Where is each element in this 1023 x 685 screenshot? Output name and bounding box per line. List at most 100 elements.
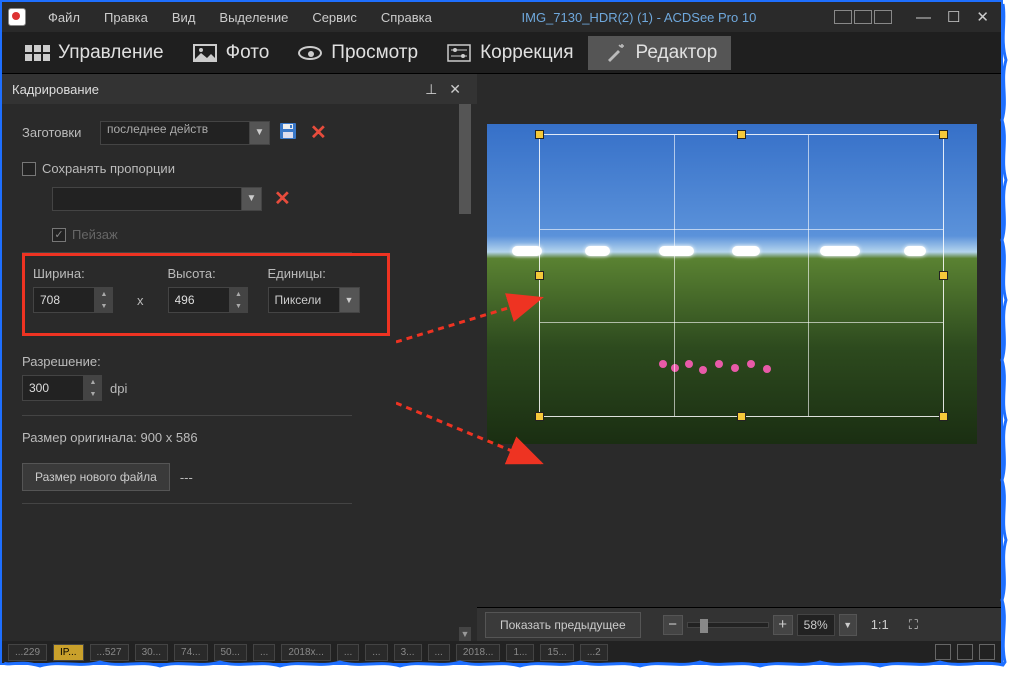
units-label: Единицы: <box>268 266 360 281</box>
status-tab[interactable]: ... <box>337 644 359 661</box>
height-field[interactable] <box>168 287 230 313</box>
crop-handle[interactable] <box>535 130 544 139</box>
units-select[interactable]: Пиксели ▼ <box>268 287 360 313</box>
delete-preset-icon[interactable]: ✕ <box>306 120 331 145</box>
tab-label: Коррекция <box>480 42 573 64</box>
minimize-button[interactable]: — <box>910 9 937 26</box>
grid-icon <box>24 44 50 62</box>
panel-close-icon[interactable]: ✕ <box>443 81 467 98</box>
ratio-select[interactable] <box>52 187 242 211</box>
resolution-label: Разрешение: <box>22 354 457 369</box>
height-label: Высота: <box>168 266 248 281</box>
tab-develop[interactable]: Коррекция <box>432 36 587 70</box>
preview-area: Показать предыдущее − + 58% ▼ 1:1 ⛶ <box>477 74 1001 641</box>
height-input[interactable]: ▲▼ <box>168 287 248 313</box>
panel-title: Кадрирование <box>12 82 99 97</box>
status-tab[interactable]: ... <box>365 644 387 661</box>
original-size-label: Размер оригинала: 900 х 586 <box>22 430 457 445</box>
menu-help[interactable]: Справка <box>369 10 444 25</box>
resolution-field[interactable] <box>22 375 84 401</box>
mode-tabs: Управление Фото Просмотр Коррекция Редак… <box>2 32 1001 74</box>
crop-frame[interactable] <box>539 134 944 417</box>
preview-toolbar: Показать предыдущее − + 58% ▼ 1:1 ⛶ <box>477 607 1001 641</box>
width-input[interactable]: ▲▼ <box>33 287 113 313</box>
zoom-in-button[interactable]: + <box>773 615 793 635</box>
width-field[interactable] <box>33 287 95 313</box>
crop-handle[interactable] <box>939 130 948 139</box>
crop-handle[interactable] <box>939 271 948 280</box>
status-tab[interactable]: IP... <box>53 644 84 661</box>
tab-label: Фото <box>226 42 270 64</box>
status-tab[interactable]: 30... <box>135 644 168 661</box>
menu-file[interactable]: Файл <box>36 10 92 25</box>
fit-screen-icon[interactable]: ⛶ <box>903 617 924 633</box>
status-tab[interactable]: 15... <box>540 644 573 661</box>
status-tab[interactable]: 3... <box>394 644 422 661</box>
pin-icon[interactable]: ⊥ <box>419 81 443 98</box>
status-icon[interactable] <box>935 644 951 660</box>
new-file-size-button[interactable]: Размер нового файла <box>22 463 170 491</box>
dimensions-group: Ширина: ▲▼ x Высота: ▲▼ <box>22 253 390 336</box>
resolution-spinner[interactable]: ▲▼ <box>84 375 102 401</box>
window-title: IMG_7130_HDR(2) (1) - ACDSee Pro 10 <box>444 10 834 25</box>
status-tab[interactable]: 50... <box>214 644 247 661</box>
zoom-menu-icon[interactable]: ▼ <box>839 614 857 636</box>
crop-panel: Кадрирование ⊥ ✕ ▼ Заготовки последнее д… <box>2 74 477 641</box>
status-tab[interactable]: ...527 <box>90 644 129 661</box>
scrollbar[interactable]: ▼ <box>457 104 473 641</box>
tab-manage[interactable]: Управление <box>10 36 178 70</box>
dropdown-arrow-icon[interactable]: ▼ <box>242 187 262 211</box>
menu-selection[interactable]: Выделение <box>207 10 300 25</box>
height-spinner[interactable]: ▲▼ <box>230 287 248 313</box>
dpi-label: dpi <box>110 381 127 396</box>
status-tab[interactable]: 74... <box>174 644 207 661</box>
tab-view[interactable]: Просмотр <box>283 36 432 70</box>
status-icon[interactable] <box>979 644 995 660</box>
zoom-out-button[interactable]: − <box>663 615 683 635</box>
status-tab[interactable]: ... <box>253 644 275 661</box>
dropdown-arrow-icon[interactable]: ▼ <box>340 287 360 313</box>
panel-header: Кадрирование ⊥ ✕ <box>2 74 477 104</box>
zoom-slider[interactable] <box>687 622 769 628</box>
maximize-button[interactable]: ☐ <box>941 8 966 26</box>
units-value: Пиксели <box>268 287 340 313</box>
width-spinner[interactable]: ▲▼ <box>95 287 113 313</box>
scroll-down-icon[interactable]: ▼ <box>459 627 471 641</box>
width-label: Ширина: <box>33 266 113 281</box>
layout-buttons[interactable] <box>834 10 892 24</box>
menu-view[interactable]: Вид <box>160 10 208 25</box>
crop-handle[interactable] <box>939 412 948 421</box>
landscape-label: Пейзаж <box>72 227 118 242</box>
status-tab[interactable]: 1... <box>506 644 534 661</box>
image-canvas[interactable] <box>487 124 977 444</box>
status-tab[interactable]: ...2 <box>580 644 608 661</box>
crop-handle[interactable] <box>737 412 746 421</box>
status-tab[interactable]: ...229 <box>8 644 47 661</box>
crop-handle[interactable] <box>535 271 544 280</box>
eye-icon <box>297 44 323 62</box>
status-tab[interactable]: ... <box>428 644 450 661</box>
resolution-input[interactable]: ▲▼ <box>22 375 102 401</box>
crop-handle[interactable] <box>737 130 746 139</box>
scroll-thumb[interactable] <box>459 104 471 214</box>
save-icon[interactable] <box>278 121 298 144</box>
crop-handle[interactable] <box>535 412 544 421</box>
dropdown-arrow-icon[interactable]: ▼ <box>250 121 270 145</box>
tab-label: Управление <box>58 42 164 64</box>
menu-tools[interactable]: Сервис <box>300 10 369 25</box>
actual-size-button[interactable]: 1:1 <box>865 617 895 632</box>
presets-select[interactable]: последнее действ <box>100 121 250 145</box>
delete-ratio-icon[interactable]: ✕ <box>270 186 295 211</box>
status-icon[interactable] <box>957 644 973 660</box>
close-button[interactable]: ✕ <box>970 8 995 26</box>
status-tab[interactable]: 2018... <box>456 644 501 661</box>
tab-edit[interactable]: Редактор <box>588 36 732 70</box>
tab-photo[interactable]: Фото <box>178 36 284 70</box>
keep-ratio-checkbox[interactable] <box>22 162 36 176</box>
title-bar: Файл Правка Вид Выделение Сервис Справка… <box>2 2 1001 32</box>
status-bar: ...229 IP... ...527 30... 74... 50... ..… <box>2 641 1001 663</box>
status-tab[interactable]: 2018x... <box>281 644 331 661</box>
menu-edit[interactable]: Правка <box>92 10 160 25</box>
x-separator: x <box>133 293 148 313</box>
show-previous-button[interactable]: Показать предыдущее <box>485 612 641 638</box>
